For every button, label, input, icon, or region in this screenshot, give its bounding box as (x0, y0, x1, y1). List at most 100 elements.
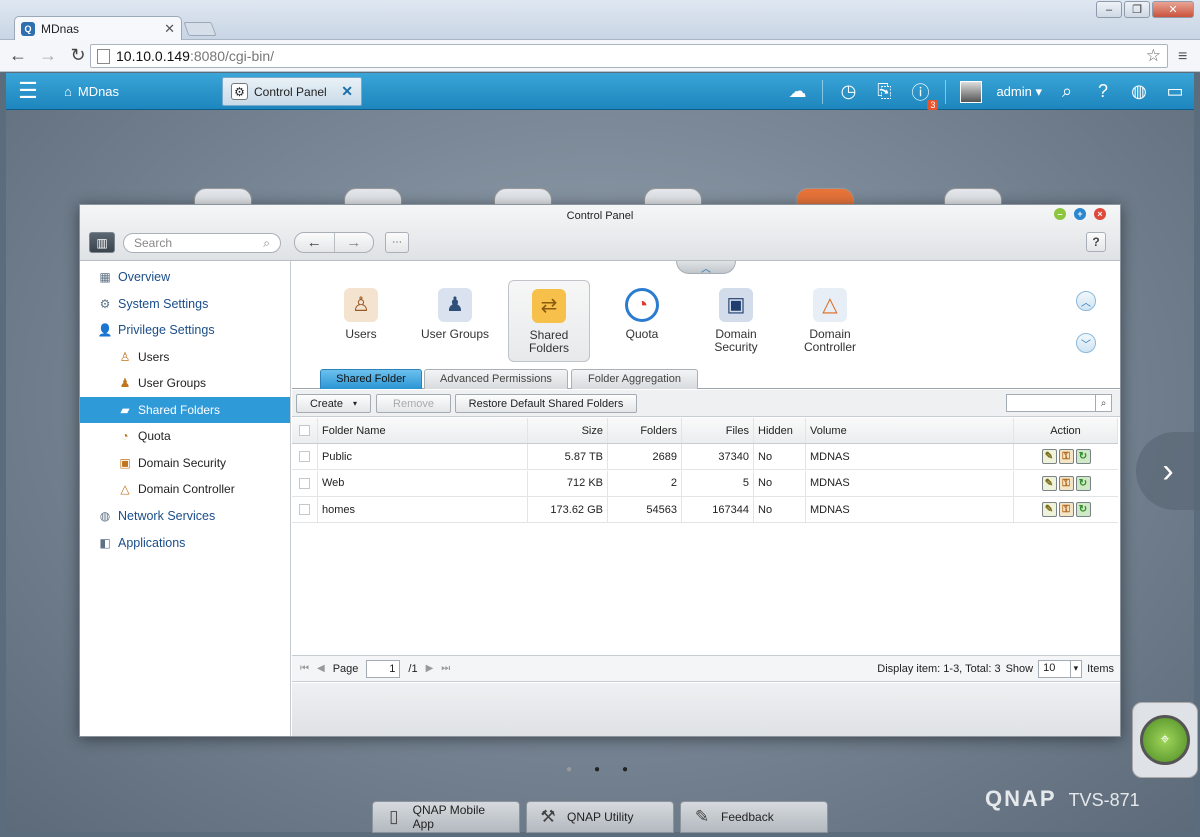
page-number-input[interactable]: 1 (366, 659, 401, 678)
desktop-preferences-icon[interactable]: ▭ (1164, 81, 1186, 102)
edit-permissions-icon[interactable]: ⚿ (1058, 502, 1074, 517)
sidebar-item-user-groups[interactable]: ♟ User Groups (80, 370, 290, 396)
sidebar-item-privilege-settings[interactable]: 👤 Privilege Settings (80, 317, 290, 343)
tab-shared-folder[interactable]: Shared Folder (320, 369, 422, 389)
tab-folder-aggregation[interactable]: Folder Aggregation (571, 369, 698, 389)
table-row[interactable]: homes 173.62 GB 54563 167344 No MDNAS ✎ ⚿ ↻ (292, 497, 1118, 523)
sidebar-item-domain-security[interactable]: ▣ Domain Security (80, 450, 290, 476)
qnap-mobile-app-button[interactable]: ▯ QNAP Mobile App (372, 801, 520, 833)
table-row[interactable]: Public 5.87 TB 2689 37340 No MDNAS ✎ ⚿ ↻ (292, 444, 1118, 470)
sidebar-item-applications[interactable]: ◧ Applications (80, 530, 290, 556)
next-page-icon[interactable]: ▶ (426, 663, 434, 674)
sidebar-item-quota[interactable]: ◔ Quota (80, 423, 290, 449)
browser-tab[interactable]: Q MDnas ✕ (14, 16, 182, 41)
col-hidden[interactable]: Hidden (754, 418, 806, 443)
first-page-icon[interactable]: ⏮ (300, 663, 309, 674)
forward-arrow-icon[interactable]: → (333, 233, 374, 252)
page-dot[interactable]: ● (594, 764, 602, 775)
main-menu-icon[interactable]: ☰ (6, 78, 50, 104)
search-icon[interactable]: ⌕ (1095, 395, 1111, 411)
sidebar-item-domain-controller[interactable]: △ Domain Controller (80, 476, 290, 502)
address-bar[interactable]: 10.10.0.149:8080/cgi-bin/ ☆ (90, 44, 1168, 68)
close-window-button[interactable]: ✕ (1152, 1, 1194, 18)
cell-folder-name: Public (318, 444, 528, 469)
minimize-icon[interactable]: – (1054, 208, 1066, 220)
close-tab-icon[interactable]: ✕ (164, 21, 175, 37)
sidebar-item-users[interactable]: ♙ Users (80, 344, 290, 370)
collapse-chevron-up-icon[interactable]: ︿ (676, 261, 736, 275)
col-size[interactable]: Size (528, 418, 608, 443)
row-checkbox[interactable] (292, 470, 318, 496)
page-dot[interactable]: ● (622, 764, 630, 775)
col-files[interactable]: Files (682, 418, 754, 443)
control-panel-app-tab[interactable]: ⚙ Control Panel ✕ (222, 77, 362, 106)
app-user-groups[interactable]: ♟ User Groups (414, 280, 496, 362)
app-quota[interactable]: ◔ Quota (601, 280, 683, 362)
sidebar-item-shared-folders[interactable]: ▰ Shared Folders (80, 397, 290, 423)
background-tasks-clock-icon[interactable]: ◷ (837, 81, 859, 102)
toggle-sidebar-icon[interactable]: ▥ (89, 232, 115, 253)
sidebar-item-overview[interactable]: ▦ Overview (80, 264, 290, 290)
last-page-icon[interactable]: ⏭ (441, 663, 450, 674)
refresh-icon[interactable]: ↻ (1075, 449, 1091, 464)
restore-default-button[interactable]: Restore Default Shared Folders (455, 394, 637, 413)
cell-hidden: No (754, 444, 806, 469)
app-domain-controller[interactable]: △ Domain Controller (789, 280, 871, 362)
tab-advanced-permissions[interactable]: Advanced Permissions (424, 369, 568, 389)
help-icon[interactable]: ? (1086, 232, 1106, 252)
remove-button[interactable]: Remove (376, 394, 451, 413)
edit-permissions-icon[interactable]: ⚿ (1058, 449, 1074, 464)
sidebar-item-network-services[interactable]: ◍ Network Services (80, 503, 290, 529)
prev-page-icon[interactable]: ◀ (317, 663, 325, 674)
close-icon[interactable]: × (1094, 208, 1106, 220)
col-volume[interactable]: Volume (806, 418, 1014, 443)
edit-permissions-icon[interactable]: ⚿ (1058, 475, 1074, 491)
edit-properties-icon[interactable]: ✎ (1041, 502, 1057, 517)
scroll-down-chevron-icon[interactable]: ﹀ (1076, 333, 1096, 353)
row-checkbox[interactable] (292, 497, 318, 522)
search-input[interactable]: Search ⌕ (123, 233, 281, 253)
page-dot[interactable]: ● (566, 764, 574, 775)
app-shared-folders[interactable]: ⇄ Shared Folders (508, 280, 590, 362)
feedback-button[interactable]: ✎ Feedback (680, 801, 828, 833)
language-globe-icon[interactable]: ◍ (1128, 81, 1150, 102)
app-users[interactable]: ♙ Users (320, 280, 402, 362)
external-device-icon[interactable]: ⎘ (873, 81, 895, 102)
cloud-icon[interactable]: ☁ (786, 81, 808, 102)
grid-search-input[interactable]: ⌕ (1006, 394, 1112, 412)
username-menu[interactable]: admin ▾ (996, 84, 1042, 100)
search-icon[interactable]: ⌕ (1056, 81, 1078, 102)
close-app-tab-icon[interactable]: ✕ (341, 83, 353, 100)
select-all-checkbox[interactable] (292, 418, 318, 443)
back-arrow-icon[interactable]: ← (8, 45, 28, 66)
forward-arrow-icon[interactable]: → (38, 45, 58, 66)
table-row[interactable]: Web 712 KB 2 5 No MDNAS ✎ ⚿ ↻ (292, 470, 1118, 497)
event-notifications-icon[interactable]: ⓘ 3 (909, 79, 939, 110)
maximize-icon[interactable]: + (1074, 208, 1086, 220)
refresh-icon[interactable]: ↻ (1075, 475, 1091, 491)
qnap-utility-button[interactable]: ⚒ QNAP Utility (526, 801, 674, 833)
resource-monitor-widget[interactable]: ⌖ (1132, 702, 1198, 778)
reload-icon[interactable]: ↻ (68, 45, 88, 66)
avatar[interactable] (960, 80, 983, 103)
app-domain-security[interactable]: ▣ Domain Security (695, 280, 777, 362)
edit-properties-icon[interactable]: ✎ (1041, 475, 1057, 491)
home-button[interactable]: ⌂ MDnas (64, 84, 119, 99)
minimize-window-button[interactable]: – (1096, 1, 1122, 18)
refresh-icon[interactable]: ↻ (1075, 502, 1091, 517)
sidebar-item-system-settings[interactable]: ⚙ System Settings (80, 291, 290, 317)
edit-properties-icon[interactable]: ✎ (1041, 449, 1057, 464)
back-arrow-icon[interactable]: ← (295, 233, 334, 252)
help-icon[interactable]: ? (1092, 81, 1114, 102)
create-button[interactable]: Create ▾ (296, 394, 371, 413)
page-size-select[interactable]: 10 ▾ (1038, 659, 1083, 678)
row-checkbox[interactable] (292, 444, 318, 469)
scroll-up-chevron-icon[interactable]: ︿ (1076, 291, 1096, 311)
bookmark-star-icon[interactable]: ☆ (1146, 46, 1161, 66)
col-folders[interactable]: Folders (608, 418, 682, 443)
col-folder-name[interactable]: Folder Name (318, 418, 528, 443)
restore-window-button[interactable]: ❐ (1124, 1, 1150, 18)
new-tab-button[interactable] (183, 22, 217, 36)
grid-view-icon[interactable]: ⋯ (385, 232, 409, 253)
browser-menu-icon[interactable]: ≡ (1178, 48, 1194, 66)
